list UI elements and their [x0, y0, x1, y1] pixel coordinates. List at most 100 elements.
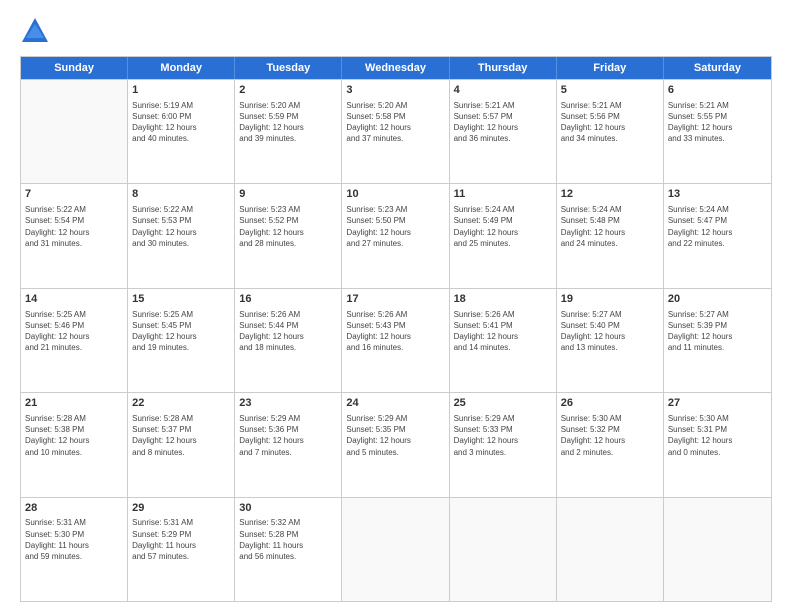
cell-info: Sunrise: 5:30 AM Sunset: 5:31 PM Dayligh… [668, 413, 767, 458]
day-number: 18 [454, 292, 552, 307]
calendar-cell: 24 Sunrise: 5:29 AM Sunset: 5:35 PM Dayli… [342, 393, 449, 496]
day-number: 14 [25, 292, 123, 307]
day-number: 17 [346, 292, 444, 307]
page: SundayMondayTuesdayWednesdayThursdayFrid… [0, 0, 792, 612]
day-number: 1 [132, 83, 230, 98]
day-number: 30 [239, 501, 337, 516]
day-number: 29 [132, 501, 230, 516]
calendar-cell: 30Sunrise: 5:32 AM Sunset: 5:28 PM Dayli… [235, 498, 342, 601]
calendar-cell: 2 Sunrise: 5:20 AM Sunset: 5:59 PM Daylig… [235, 80, 342, 183]
cell-info: Sunrise: 5:25 AM Sunset: 5:46 PM Dayligh… [25, 309, 123, 354]
calendar-cell: 18 Sunrise: 5:26 AM Sunset: 5:41 PM Dayli… [450, 289, 557, 392]
calendar-cell: 8 Sunrise: 5:22 AM Sunset: 5:53 PM Daylig… [128, 184, 235, 287]
cell-info: Sunrise: 5:22 AM Sunset: 5:54 PM Dayligh… [25, 204, 123, 249]
calendar-row-1: 1Sunrise: 5:19 AM Sunset: 6:00 PM Daylig… [21, 79, 771, 183]
day-number: 27 [668, 396, 767, 411]
cell-info: Sunrise: 5:26 AM Sunset: 5:41 PM Dayligh… [454, 309, 552, 354]
calendar-cell: 22 Sunrise: 5:28 AM Sunset: 5:37 PM Dayli… [128, 393, 235, 496]
calendar-cell: 16 Sunrise: 5:26 AM Sunset: 5:44 PM Dayli… [235, 289, 342, 392]
calendar-cell: 6 Sunrise: 5:21 AM Sunset: 5:55 PM Daylig… [664, 80, 771, 183]
calendar-cell: 26 Sunrise: 5:30 AM Sunset: 5:32 PM Dayli… [557, 393, 664, 496]
cell-info: Sunrise: 5:23 AM Sunset: 5:50 PM Dayligh… [346, 204, 444, 249]
cell-info: Sunrise: 5:28 AM Sunset: 5:37 PM Dayligh… [132, 413, 230, 458]
calendar-cell: 12Sunrise: 5:24 AM Sunset: 5:48 PM Dayli… [557, 184, 664, 287]
cell-info: Sunrise: 5:24 AM Sunset: 5:48 PM Dayligh… [561, 204, 659, 249]
calendar-cell: 19Sunrise: 5:27 AM Sunset: 5:40 PM Dayli… [557, 289, 664, 392]
header-day-wednesday: Wednesday [342, 57, 449, 79]
header-day-tuesday: Tuesday [235, 57, 342, 79]
calendar-cell [21, 80, 128, 183]
day-number: 9 [239, 187, 337, 202]
calendar-cell: 17 Sunrise: 5:26 AM Sunset: 5:43 PM Dayli… [342, 289, 449, 392]
calendar-cell: 10 Sunrise: 5:23 AM Sunset: 5:50 PM Dayli… [342, 184, 449, 287]
cell-info: Sunrise: 5:22 AM Sunset: 5:53 PM Dayligh… [132, 204, 230, 249]
day-number: 7 [25, 187, 123, 202]
day-number: 6 [668, 83, 767, 98]
cell-info: Sunrise: 5:21 AM Sunset: 5:56 PM Dayligh… [561, 100, 659, 145]
calendar-cell [450, 498, 557, 601]
cell-info: Sunrise: 5:21 AM Sunset: 5:55 PM Dayligh… [668, 100, 767, 145]
header-day-thursday: Thursday [450, 57, 557, 79]
cell-info: Sunrise: 5:27 AM Sunset: 5:39 PM Dayligh… [668, 309, 767, 354]
header-day-saturday: Saturday [664, 57, 771, 79]
calendar-cell [664, 498, 771, 601]
cell-info: Sunrise: 5:24 AM Sunset: 5:49 PM Dayligh… [454, 204, 552, 249]
day-number: 21 [25, 396, 123, 411]
calendar-cell: 1Sunrise: 5:19 AM Sunset: 6:00 PM Daylig… [128, 80, 235, 183]
cell-info: Sunrise: 5:27 AM Sunset: 5:40 PM Dayligh… [561, 309, 659, 354]
cell-info: Sunrise: 5:26 AM Sunset: 5:44 PM Dayligh… [239, 309, 337, 354]
header [20, 16, 772, 46]
calendar-cell: 14 Sunrise: 5:25 AM Sunset: 5:46 PM Dayli… [21, 289, 128, 392]
day-number: 11 [454, 187, 552, 202]
cell-info: Sunrise: 5:31 AM Sunset: 5:29 PM Dayligh… [132, 517, 230, 562]
cell-info: Sunrise: 5:31 AM Sunset: 5:30 PM Dayligh… [25, 517, 123, 562]
cell-info: Sunrise: 5:20 AM Sunset: 5:58 PM Dayligh… [346, 100, 444, 145]
day-number: 24 [346, 396, 444, 411]
day-number: 2 [239, 83, 337, 98]
cell-info: Sunrise: 5:20 AM Sunset: 5:59 PM Dayligh… [239, 100, 337, 145]
logo-icon [20, 16, 50, 46]
calendar-cell: 13Sunrise: 5:24 AM Sunset: 5:47 PM Dayli… [664, 184, 771, 287]
calendar-cell: 28Sunrise: 5:31 AM Sunset: 5:30 PM Dayli… [21, 498, 128, 601]
day-number: 4 [454, 83, 552, 98]
calendar-row-5: 28Sunrise: 5:31 AM Sunset: 5:30 PM Dayli… [21, 497, 771, 601]
day-number: 10 [346, 187, 444, 202]
calendar: SundayMondayTuesdayWednesdayThursdayFrid… [20, 56, 772, 602]
cell-info: Sunrise: 5:26 AM Sunset: 5:43 PM Dayligh… [346, 309, 444, 354]
calendar-header: SundayMondayTuesdayWednesdayThursdayFrid… [21, 57, 771, 79]
cell-info: Sunrise: 5:23 AM Sunset: 5:52 PM Dayligh… [239, 204, 337, 249]
calendar-cell: 27 Sunrise: 5:30 AM Sunset: 5:31 PM Dayli… [664, 393, 771, 496]
cell-info: Sunrise: 5:21 AM Sunset: 5:57 PM Dayligh… [454, 100, 552, 145]
cell-info: Sunrise: 5:30 AM Sunset: 5:32 PM Dayligh… [561, 413, 659, 458]
cell-info: Sunrise: 5:32 AM Sunset: 5:28 PM Dayligh… [239, 517, 337, 562]
logo [20, 16, 54, 46]
day-number: 23 [239, 396, 337, 411]
day-number: 8 [132, 187, 230, 202]
day-number: 20 [668, 292, 767, 307]
day-number: 28 [25, 501, 123, 516]
day-number: 25 [454, 396, 552, 411]
calendar-cell: 25Sunrise: 5:29 AM Sunset: 5:33 PM Dayli… [450, 393, 557, 496]
calendar-cell: 7 Sunrise: 5:22 AM Sunset: 5:54 PM Daylig… [21, 184, 128, 287]
header-day-monday: Monday [128, 57, 235, 79]
calendar-row-3: 14 Sunrise: 5:25 AM Sunset: 5:46 PM Dayli… [21, 288, 771, 392]
calendar-cell: 9 Sunrise: 5:23 AM Sunset: 5:52 PM Daylig… [235, 184, 342, 287]
calendar-cell: 11 Sunrise: 5:24 AM Sunset: 5:49 PM Dayli… [450, 184, 557, 287]
calendar-row-4: 21 Sunrise: 5:28 AM Sunset: 5:38 PM Dayli… [21, 392, 771, 496]
calendar-cell: 23Sunrise: 5:29 AM Sunset: 5:36 PM Dayli… [235, 393, 342, 496]
cell-info: Sunrise: 5:25 AM Sunset: 5:45 PM Dayligh… [132, 309, 230, 354]
day-number: 5 [561, 83, 659, 98]
cell-info: Sunrise: 5:29 AM Sunset: 5:35 PM Dayligh… [346, 413, 444, 458]
calendar-cell: 20 Sunrise: 5:27 AM Sunset: 5:39 PM Dayli… [664, 289, 771, 392]
cell-info: Sunrise: 5:28 AM Sunset: 5:38 PM Dayligh… [25, 413, 123, 458]
day-number: 22 [132, 396, 230, 411]
day-number: 3 [346, 83, 444, 98]
calendar-cell: 21 Sunrise: 5:28 AM Sunset: 5:38 PM Dayli… [21, 393, 128, 496]
day-number: 15 [132, 292, 230, 307]
calendar-body: 1Sunrise: 5:19 AM Sunset: 6:00 PM Daylig… [21, 79, 771, 601]
day-number: 16 [239, 292, 337, 307]
day-number: 26 [561, 396, 659, 411]
calendar-cell: 5 Sunrise: 5:21 AM Sunset: 5:56 PM Daylig… [557, 80, 664, 183]
cell-info: Sunrise: 5:24 AM Sunset: 5:47 PM Dayligh… [668, 204, 767, 249]
calendar-cell: 15 Sunrise: 5:25 AM Sunset: 5:45 PM Dayli… [128, 289, 235, 392]
